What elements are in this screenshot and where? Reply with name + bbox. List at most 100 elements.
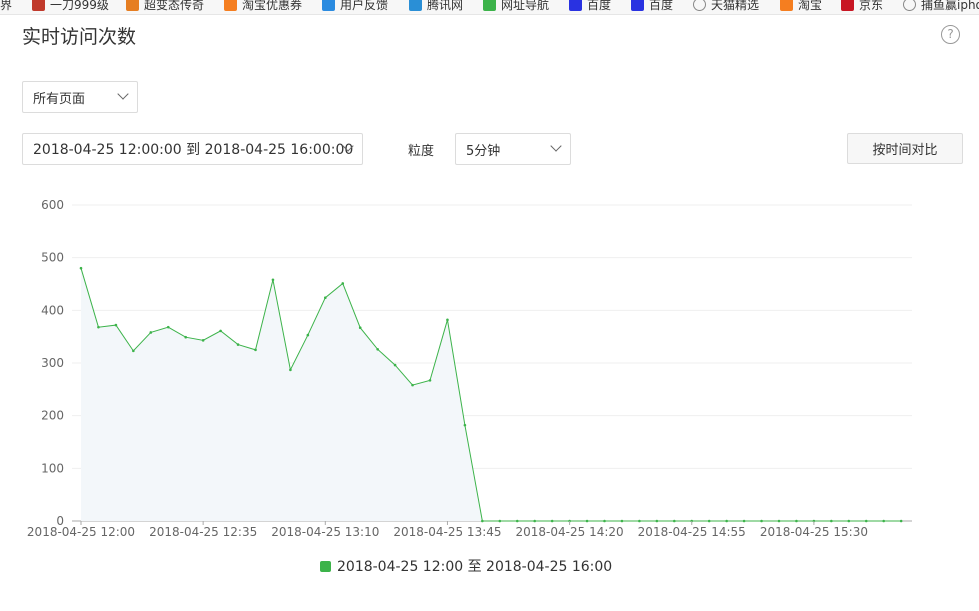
help-icon[interactable]: ?	[941, 25, 960, 44]
bookmark-label: 捕鱼赢iphone	[921, 0, 979, 12]
bookmark-item[interactable]: 淘宝	[780, 0, 822, 12]
data-point	[306, 333, 310, 337]
data-point	[341, 282, 345, 285]
bookmark-item[interactable]: 网址导航	[483, 0, 549, 12]
x-tick-label: 2018-04-25 13:10	[271, 525, 379, 539]
bookmark-label: 网址导航	[501, 0, 550, 12]
data-point	[777, 519, 781, 523]
bookmark-item[interactable]: 百度	[631, 0, 673, 12]
data-point	[219, 329, 222, 333]
data-point	[812, 519, 816, 523]
bookmark-label: 百度	[649, 0, 674, 12]
globe-icon	[693, 0, 706, 11]
data-point	[324, 296, 327, 299]
data-point	[742, 519, 746, 523]
baidu-icon	[631, 0, 644, 11]
x-tick-label: 2018-04-25 15:30	[760, 525, 868, 539]
bookmark-item[interactable]: 天猫精选	[693, 0, 759, 12]
data-point	[568, 519, 571, 523]
data-point	[725, 519, 728, 523]
data-point	[446, 318, 449, 322]
data-point	[184, 335, 187, 339]
granularity-label: 粒度	[408, 144, 435, 159]
jd-icon	[841, 0, 854, 11]
y-tick-label: 600	[41, 198, 64, 212]
chevron-down-icon	[117, 88, 129, 100]
legend-label: 2018-04-25 12:00 至 2018-04-25 16:00	[337, 559, 613, 575]
x-tick-label: 2018-04-25 12:00	[27, 525, 135, 539]
hao123-icon	[483, 0, 496, 11]
data-point	[847, 519, 851, 523]
bookmark-item[interactable]: 界	[0, 0, 12, 12]
data-point	[620, 519, 624, 523]
page-select[interactable]: 所有页面	[22, 81, 138, 113]
bookmark-label: 百度	[587, 0, 612, 12]
data-point	[603, 519, 606, 523]
data-point	[760, 519, 763, 523]
page-title: 实时访问次数	[22, 26, 137, 48]
bookmark-item[interactable]: 腾讯网	[409, 0, 463, 12]
data-point	[655, 519, 659, 523]
x-tick-label: 2018-04-25 13:45	[393, 525, 501, 539]
bookmark-item[interactable]: 一刀999级	[32, 0, 109, 12]
data-point	[393, 363, 397, 367]
data-point	[673, 519, 676, 523]
granularity-value: 5分钟	[466, 143, 501, 159]
taobao-icon	[780, 0, 793, 11]
data-point	[550, 519, 554, 523]
data-point	[271, 278, 275, 282]
bookmark-item[interactable]: 淘宝优惠券	[224, 0, 302, 12]
feedback-icon	[322, 0, 335, 11]
chart-legend[interactable]: 2018-04-25 12:00 至 2018-04-25 16:00	[320, 556, 612, 576]
data-point	[899, 519, 903, 523]
baidu-icon	[569, 0, 582, 11]
series-area	[81, 268, 902, 521]
bookmark-label: 淘宝	[798, 0, 823, 12]
data-point	[533, 519, 536, 523]
bookmark-item[interactable]: 百度	[569, 0, 611, 12]
bookmark-label: 超变态传奇	[144, 0, 205, 12]
data-point	[289, 368, 292, 372]
y-tick-label: 400	[41, 303, 64, 317]
granularity-select[interactable]: 5分钟	[455, 133, 571, 165]
legend-swatch	[320, 560, 331, 572]
bookmark-item[interactable]: 捕鱼赢iphone	[903, 0, 979, 12]
data-point	[498, 519, 502, 523]
game-icon	[126, 0, 139, 11]
data-point	[428, 379, 432, 382]
x-tick-label: 2018-04-25 12:35	[149, 525, 257, 539]
data-point	[201, 339, 205, 342]
data-point	[97, 325, 100, 329]
compare-by-time-button[interactable]: 按时间对比	[847, 133, 963, 164]
page-select-value: 所有页面	[33, 91, 86, 107]
bookmark-label: 一刀999级	[50, 0, 109, 12]
y-tick-label: 500	[41, 251, 64, 265]
data-point	[515, 519, 519, 523]
bookmark-item[interactable]: 用户反馈	[322, 0, 388, 12]
bookmark-label: 界	[0, 0, 13, 12]
bookmark-label: 淘宝优惠券	[242, 0, 303, 12]
data-point	[463, 423, 467, 427]
data-point	[585, 519, 589, 523]
x-tick-label: 2018-04-25 14:20	[516, 525, 624, 539]
tencent-icon	[409, 0, 422, 11]
data-point	[236, 343, 240, 346]
game-icon	[32, 0, 45, 11]
bookmark-label: 用户反馈	[340, 0, 389, 12]
data-point	[376, 348, 379, 351]
data-point	[864, 519, 868, 523]
bookmark-label: 京东	[859, 0, 884, 12]
data-point	[707, 519, 711, 523]
data-point	[166, 325, 170, 329]
data-point	[132, 349, 135, 353]
visits-line-chart: 0 100 200 300 400 500 600 2018-04-25 12:00 2018-…	[27, 198, 912, 539]
chevron-down-icon	[550, 140, 562, 152]
bookmark-item[interactable]: 超变态传奇	[126, 0, 204, 12]
data-point	[882, 519, 885, 523]
y-tick-label: 0	[56, 514, 64, 528]
bookmark-item[interactable]: 京东	[841, 0, 883, 12]
taobao-icon	[224, 0, 237, 11]
bookmarks-bar: 界 一刀999级 超变态传奇 淘宝优惠券 用户反馈 腾讯网 网址导航 百度 百度 天猫精选 淘宝 京东…	[0, 0, 979, 15]
date-range-select[interactable]: 2018-04-25 12:00:00 到 2018-04-25 16:00:0…	[22, 133, 363, 165]
data-point	[638, 519, 641, 523]
